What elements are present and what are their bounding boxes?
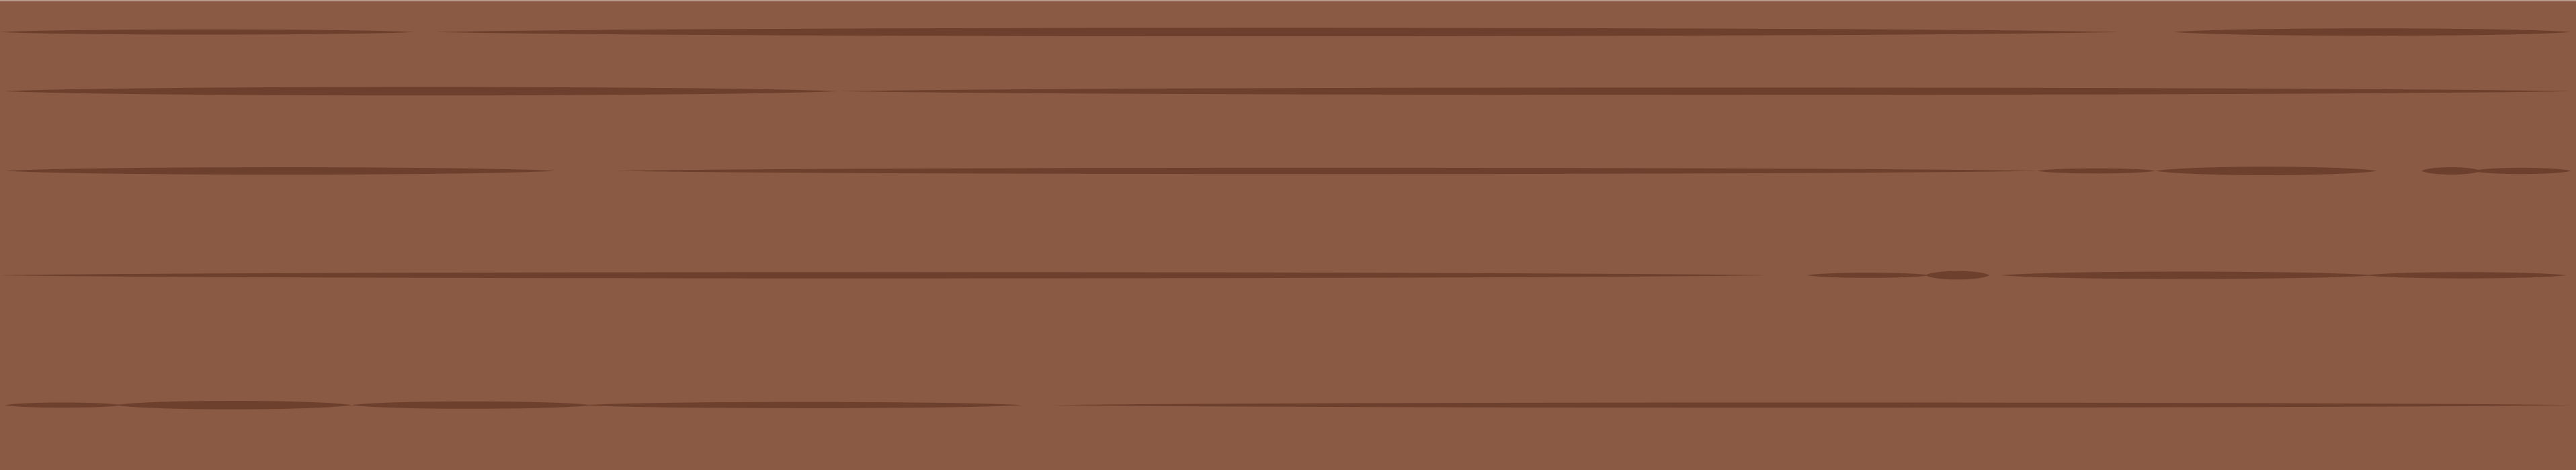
wood-background: [0, 0, 2576, 470]
wood-grain-texture: [0, 0, 2576, 470]
top-edge-line: [0, 0, 2576, 1]
